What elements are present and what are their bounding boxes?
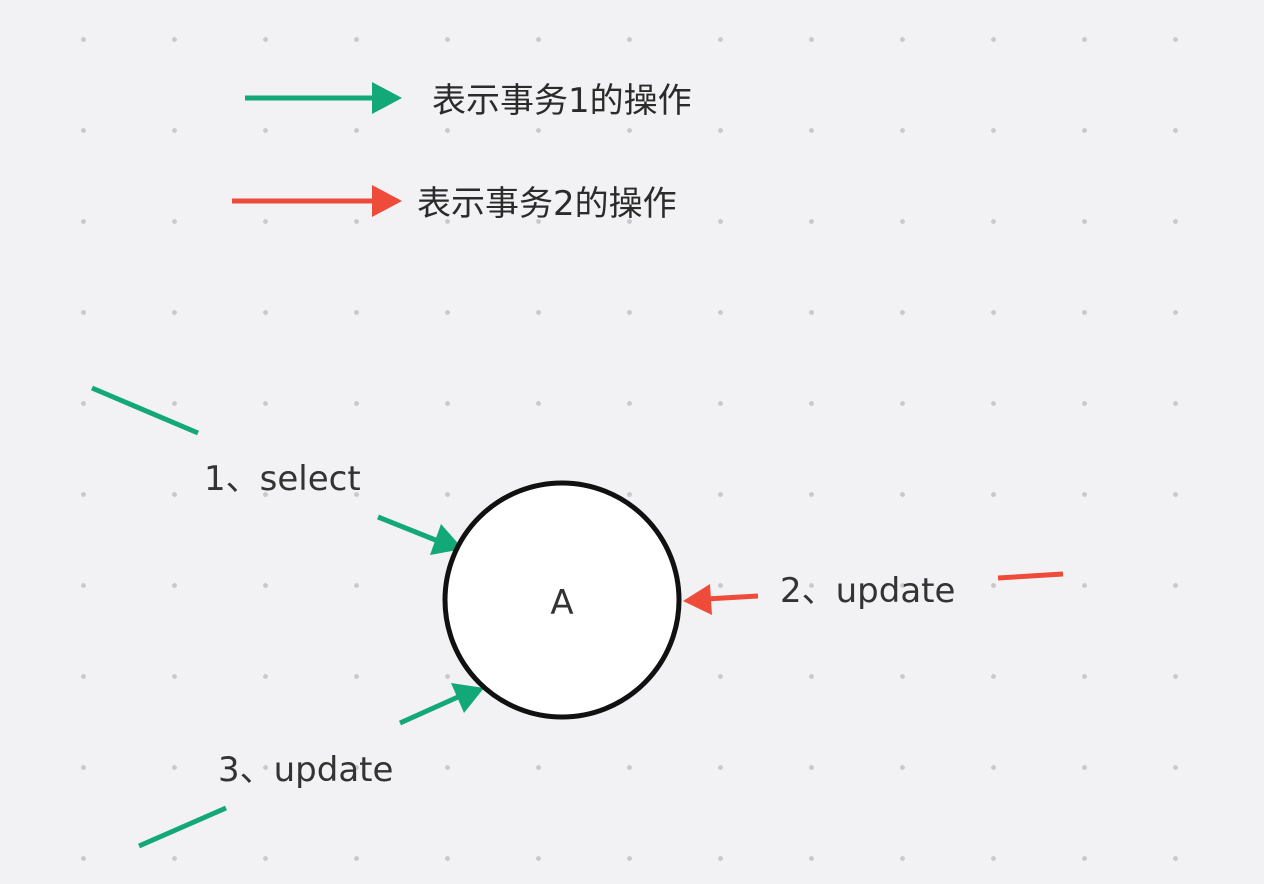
operation-1-line-lower xyxy=(377,514,439,544)
operation-1-line-upper xyxy=(91,385,199,436)
legend-arrowhead-transaction2 xyxy=(372,185,402,217)
operation-1-select: 1、select xyxy=(91,385,463,555)
operation-3-line-upper xyxy=(398,694,460,726)
operation-2-arrowhead xyxy=(683,584,712,615)
node-a-label: A xyxy=(550,583,573,623)
operation-2-line-left xyxy=(705,593,759,602)
node-a: A xyxy=(442,480,682,720)
operation-2-label: 2、update xyxy=(780,571,955,611)
operation-3-label: 3、update xyxy=(218,750,393,790)
legend-label-transaction2: 表示事务2的操作 xyxy=(417,184,677,224)
operation-3-line-lower xyxy=(137,805,228,849)
legend-item-transaction2: 表示事务2的操作 xyxy=(232,184,677,224)
operation-2-line-right xyxy=(997,571,1064,581)
operation-1-label: 1、select xyxy=(204,459,361,499)
legend-item-transaction1: 表示事务1的操作 xyxy=(245,81,692,121)
legend-label-transaction1: 表示事务1的操作 xyxy=(432,81,692,121)
operation-3-update: 3、update xyxy=(137,683,484,849)
legend-arrowhead-transaction1 xyxy=(372,82,402,114)
transaction-diagram: 表示事务1的操作 表示事务2的操作 1、select 2、update 3、up… xyxy=(91,81,1064,849)
operation-2-update: 2、update xyxy=(683,571,1064,615)
